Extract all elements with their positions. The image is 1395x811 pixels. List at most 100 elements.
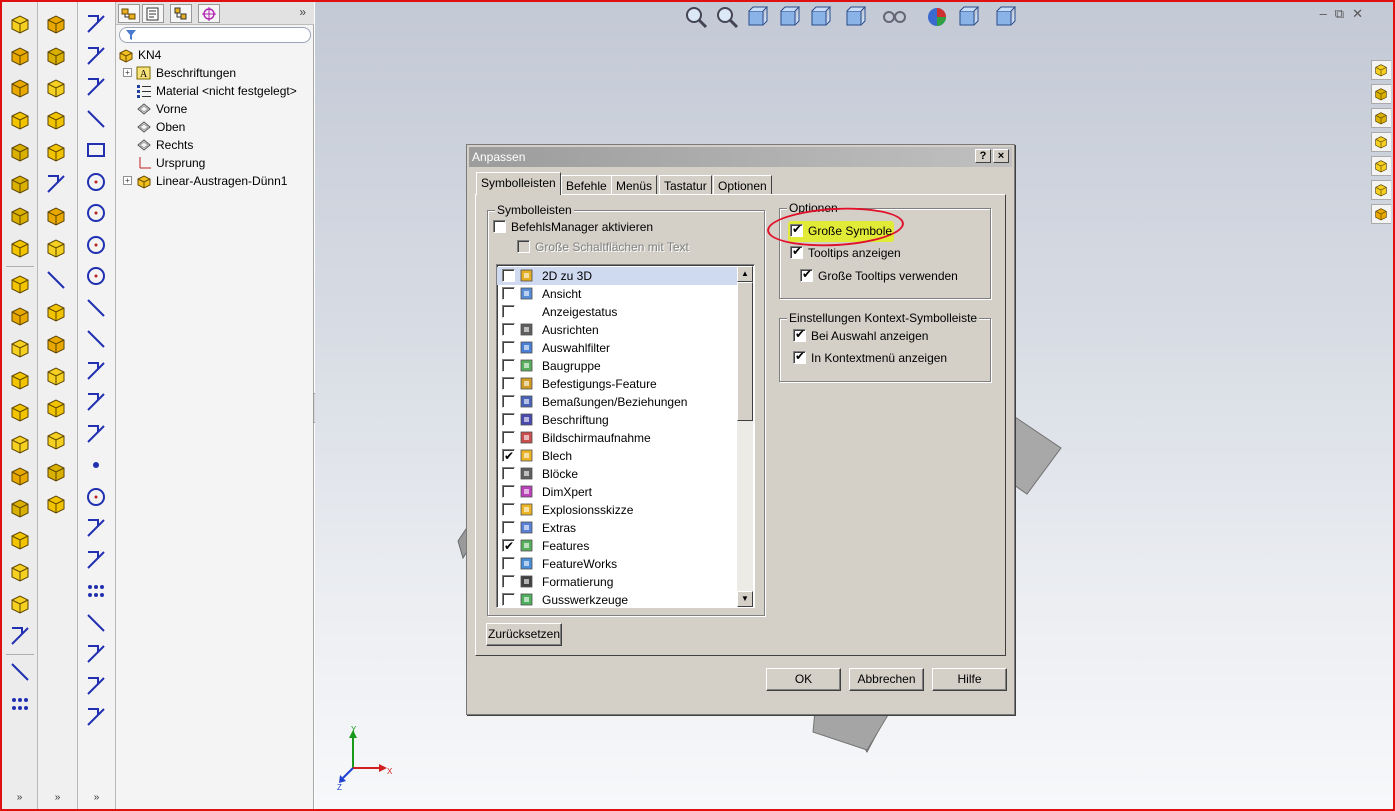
toolbar-list-item[interactable]: Beschriftung	[497, 411, 737, 429]
toolbar-visibility-checkbox[interactable]	[502, 467, 515, 480]
toolbar-visibility-checkbox[interactable]	[502, 323, 515, 336]
toolbar-visibility-checkbox[interactable]	[502, 593, 515, 606]
ellipse-icon[interactable]	[84, 485, 108, 509]
toolbar-list-item[interactable]: Gusswerkzeuge	[497, 591, 737, 607]
tab-befehle[interactable]: Befehle	[561, 175, 612, 195]
display-style-icon[interactable]	[842, 4, 868, 30]
lofted-cut-icon[interactable]	[8, 304, 32, 328]
scroll-thumb[interactable]	[737, 282, 753, 421]
restore-button[interactable]: ⧉	[1335, 6, 1352, 21]
toolbar-visibility-checkbox[interactable]	[502, 305, 515, 318]
cut-with-surface-icon[interactable]	[44, 332, 68, 356]
extruded-boss-icon[interactable]	[8, 12, 32, 36]
fillet-icon[interactable]	[8, 368, 32, 392]
scroll-down-button[interactable]: ▼	[737, 591, 753, 607]
zoom-to-area-icon[interactable]	[714, 4, 740, 30]
list-scrollbar[interactable]: ▲ ▼	[737, 266, 753, 607]
tab-menues[interactable]: Menüs	[611, 175, 658, 195]
toolbar-visibility-checkbox[interactable]	[502, 269, 515, 282]
extruded-cut-icon[interactable]	[8, 172, 32, 196]
configurationmanager-tab-icon[interactable]	[170, 4, 192, 23]
intersect-icon[interactable]	[8, 592, 32, 616]
option-checkbox[interactable]	[793, 327, 806, 342]
tab-symbolleisten[interactable]: Symbolleisten	[476, 172, 561, 195]
smart-dimension-icon[interactable]	[84, 75, 108, 99]
3d-sketch-icon[interactable]	[84, 44, 108, 68]
view-orientation-icon[interactable]	[807, 4, 833, 30]
circular-sketch-pattern-icon[interactable]	[84, 579, 108, 603]
spline-icon[interactable]	[84, 327, 108, 351]
3d-content-icon[interactable]	[1371, 204, 1391, 224]
offset-surface-icon[interactable]	[44, 172, 68, 196]
untrim-icon[interactable]	[44, 364, 68, 388]
custom-properties-icon[interactable]	[1371, 180, 1391, 200]
help-title-button[interactable]: ?	[975, 149, 991, 163]
hole-wizard-icon[interactable]	[8, 204, 32, 228]
feature-filter-input[interactable]	[119, 27, 311, 43]
draft-icon[interactable]	[8, 464, 32, 488]
toolbar-visibility-checkbox[interactable]	[502, 557, 515, 570]
surfaces-icon[interactable]	[44, 108, 68, 132]
extend-surface-icon[interactable]	[44, 492, 68, 516]
file-explorer-icon[interactable]	[1371, 108, 1391, 128]
rib-icon[interactable]	[8, 432, 32, 456]
dimxpertmanager-tab-icon[interactable]	[198, 4, 220, 23]
minimize-button[interactable]: –	[1320, 6, 1335, 21]
circular-pattern-icon[interactable]	[8, 692, 32, 716]
toolbar-visibility-checkbox[interactable]	[502, 503, 515, 516]
view-settings-icon[interactable]	[992, 4, 1018, 30]
expand-icon[interactable]: +	[123, 68, 132, 77]
previous-view-icon[interactable]	[744, 4, 770, 30]
linear-sketch-pattern-icon[interactable]	[84, 611, 108, 635]
sheet-metal-icon[interactable]	[44, 12, 68, 36]
featuremanager-tab-icon[interactable]	[118, 4, 140, 23]
apply-scene-icon[interactable]	[955, 4, 981, 30]
toolbar-list-item[interactable]: 2D zu 3D	[497, 267, 737, 285]
split-line-icon[interactable]	[44, 268, 68, 292]
text-sketch-icon[interactable]	[84, 359, 108, 383]
toolbar-visibility-checkbox[interactable]	[502, 431, 515, 444]
toolbar-visibility-checkbox[interactable]	[502, 341, 515, 354]
large-buttons-text-checkbox[interactable]	[517, 240, 530, 253]
option-checkbox[interactable]	[800, 267, 813, 282]
swept-boss-icon[interactable]	[8, 76, 32, 100]
center-arc-icon[interactable]	[84, 201, 108, 225]
toolbar-list-item[interactable]: Ausrichten	[497, 321, 737, 339]
lofted-boss-icon[interactable]	[8, 108, 32, 132]
section-view-icon[interactable]	[776, 4, 802, 30]
point-icon[interactable]	[84, 453, 108, 477]
shell-icon[interactable]	[8, 496, 32, 520]
tangent-arc-icon[interactable]	[84, 233, 108, 257]
planar-surface-icon[interactable]	[44, 140, 68, 164]
tab-tastatur[interactable]: Tastatur	[659, 175, 712, 195]
line-icon[interactable]	[84, 107, 108, 131]
toolbar-visibility-checkbox[interactable]	[502, 447, 515, 465]
knit-icon[interactable]	[44, 396, 68, 420]
more-tabs-icon[interactable]: »	[299, 5, 306, 19]
thicken-icon[interactable]	[44, 300, 68, 324]
toolbar-list-item[interactable]: FeatureWorks	[497, 555, 737, 573]
polygon-icon[interactable]	[84, 390, 108, 414]
chamfer-icon[interactable]	[8, 400, 32, 424]
more-tools-icon[interactable]: »	[38, 792, 77, 803]
toolbar-visibility-checkbox[interactable]	[502, 395, 515, 408]
slot-icon[interactable]	[84, 422, 108, 446]
linear-pattern-icon[interactable]	[8, 660, 32, 684]
more-tools-icon[interactable]: »	[78, 792, 115, 803]
move-face-icon[interactable]	[44, 204, 68, 228]
toolbar-visibility-checkbox[interactable]	[502, 413, 515, 426]
zoom-to-fit-icon[interactable]	[683, 4, 709, 30]
help-button[interactable]: Hilfe	[932, 668, 1007, 691]
option-checkbox[interactable]	[793, 349, 806, 364]
revolved-cut-icon[interactable]	[8, 236, 32, 260]
design-library-icon[interactable]	[1371, 84, 1391, 104]
view-palette-icon[interactable]	[1371, 132, 1391, 152]
more-tools-icon[interactable]: »	[2, 792, 37, 803]
close-dialog-button[interactable]: ×	[993, 149, 1009, 163]
swept-cut-icon[interactable]	[8, 272, 32, 296]
cancel-button[interactable]: Abbrechen	[849, 668, 924, 691]
boundary-cut-icon[interactable]	[8, 336, 32, 360]
expand-icon[interactable]: +	[123, 176, 132, 185]
close-button[interactable]: ✕	[1352, 6, 1371, 21]
three-point-arc-icon[interactable]	[84, 264, 108, 288]
